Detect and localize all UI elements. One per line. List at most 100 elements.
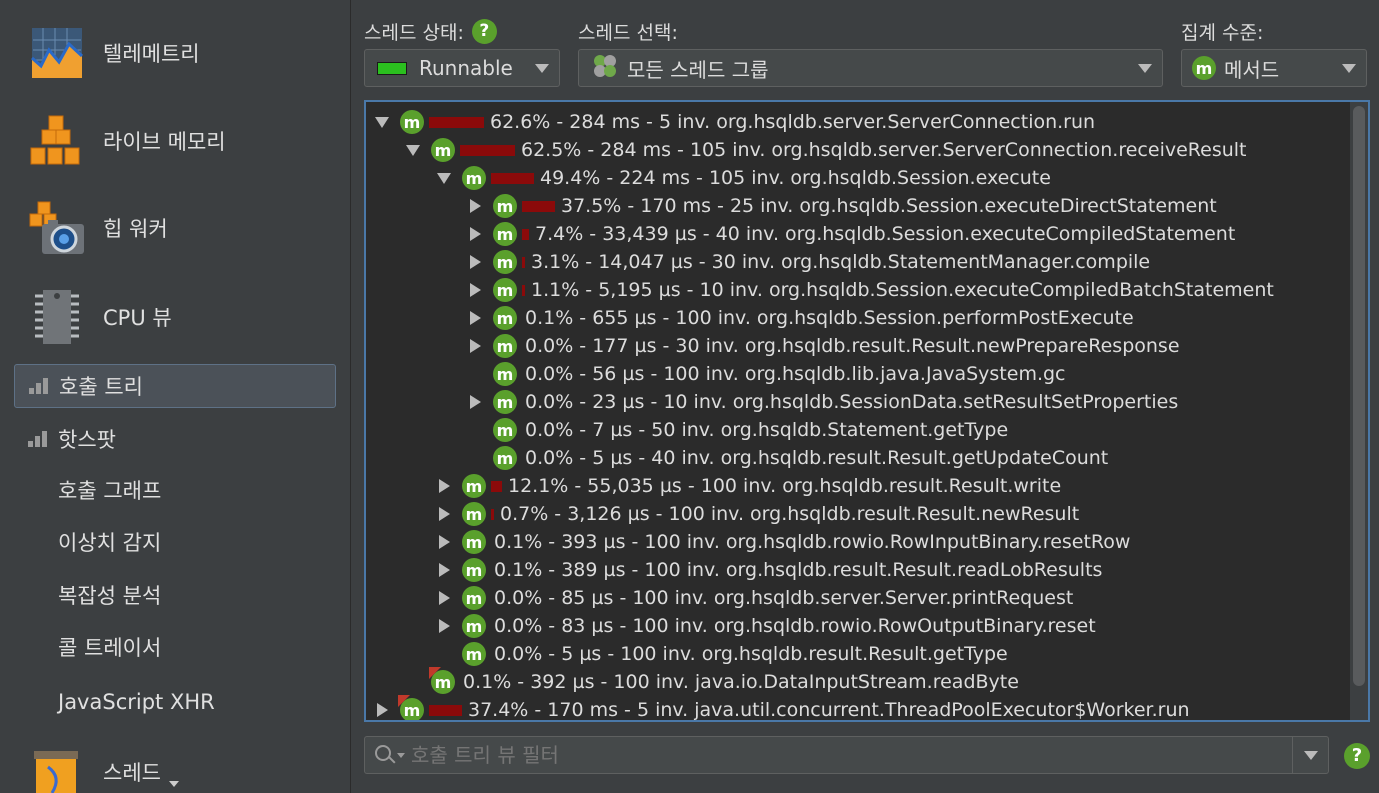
sidebar-item-complexity-analysis[interactable]: 복잡성 분석 bbox=[58, 581, 161, 611]
leaf-spacer bbox=[467, 450, 483, 466]
tree-row-label: 62.5% - 284 ms - 105 inv. org.hsqldb.ser… bbox=[521, 139, 1247, 161]
collapse-toggle-icon[interactable] bbox=[436, 534, 452, 550]
collapse-toggle-icon[interactable] bbox=[467, 394, 483, 410]
tree-row[interactable]: m 37.4% - 170 ms - 5 inv. java.util.concu… bbox=[374, 696, 1190, 720]
tree-row[interactable]: m 62.6% - 284 ms - 5 inv. org.hsqldb.serv… bbox=[374, 108, 1095, 136]
sidebar-scroll-down-icon[interactable] bbox=[169, 781, 179, 787]
collapse-toggle-icon[interactable] bbox=[436, 618, 452, 634]
method-icon: m bbox=[493, 446, 517, 470]
search-icon[interactable] bbox=[375, 743, 405, 767]
help-icon[interactable]: ? bbox=[471, 19, 497, 44]
tree-row-label: 62.6% - 284 ms - 5 inv. org.hsqldb.serve… bbox=[490, 111, 1096, 133]
chevron-down-icon bbox=[1304, 751, 1318, 760]
collapse-toggle-icon[interactable] bbox=[436, 562, 452, 578]
thread-select-dropdown[interactable]: 모든 스레드 그룹 bbox=[578, 49, 1163, 87]
vertical-scrollbar[interactable] bbox=[1350, 102, 1368, 720]
sidebar-item-label: 핫스팟 bbox=[58, 428, 116, 452]
sidebar-item-call-graph[interactable]: 호출 그래프 bbox=[58, 476, 161, 506]
percentage-bar bbox=[429, 116, 484, 128]
tree-row[interactable]: m 0.7% - 3,126 µs - 100 inv. org.hsqldb.r… bbox=[436, 500, 1079, 528]
help-icon[interactable]: ? bbox=[1344, 743, 1370, 769]
collapse-toggle-icon[interactable] bbox=[374, 702, 390, 718]
tree-row[interactable]: m 62.5% - 284 ms - 105 inv. org.hsqldb.se… bbox=[405, 136, 1247, 164]
method-icon: m bbox=[462, 586, 486, 610]
tree-row-label: 0.7% - 3,126 µs - 100 inv. org.hsqldb.re… bbox=[500, 503, 1080, 525]
method-icon: m bbox=[462, 614, 486, 638]
sidebar-item-outlier-detection[interactable]: 이상치 감지 bbox=[58, 528, 161, 558]
call-tree-view[interactable]: m 62.6% - 284 ms - 5 inv. org.hsqldb.serv… bbox=[364, 100, 1370, 722]
percentage-bar bbox=[491, 480, 502, 492]
tree-row[interactable]: m 0.1% - 393 µs - 100 inv. org.hsqldb.row… bbox=[436, 528, 1130, 556]
tree-row[interactable]: m 0.0% - 5 µs - 40 inv. org.hsqldb.result… bbox=[467, 444, 1108, 472]
scrollbar-thumb[interactable] bbox=[1353, 106, 1365, 686]
collapse-toggle-icon[interactable] bbox=[467, 310, 483, 326]
tree-row[interactable]: m 0.0% - 85 µs - 100 inv. org.hsqldb.serv… bbox=[436, 584, 1073, 612]
tree-row[interactable]: m 0.0% - 5 µs - 100 inv. org.hsqldb.resul… bbox=[436, 640, 1008, 668]
tree-row[interactable]: m 0.0% - 56 µs - 100 inv. org.hsqldb.lib.… bbox=[467, 360, 1066, 388]
leaf-spacer bbox=[467, 366, 483, 382]
aggregation-level-dropdown[interactable]: m 메서드 bbox=[1181, 49, 1367, 87]
tree-row[interactable]: m 37.5% - 170 ms - 25 inv. org.hsqldb.Ses… bbox=[467, 192, 1217, 220]
collapse-toggle-icon[interactable] bbox=[467, 338, 483, 354]
method-icon: m bbox=[493, 306, 517, 330]
tree-row[interactable]: m 0.1% - 655 µs - 100 inv. org.hsqldb.Ses… bbox=[467, 304, 1134, 332]
tree-row[interactable]: m 12.1% - 55,035 µs - 100 inv. org.hsqldb… bbox=[436, 472, 1061, 500]
leaf-spacer bbox=[405, 674, 421, 690]
method-icon: m bbox=[493, 362, 517, 386]
bar-chart-icon bbox=[29, 378, 49, 394]
sidebar: 텔레메트리 라이브 메모리 힙 워커 CPU 뷰 호출 트리 핫스팟 호출 그래… bbox=[0, 0, 351, 793]
expand-toggle-icon[interactable] bbox=[374, 114, 390, 130]
tree-row-label: 12.1% - 55,035 µs - 100 inv. org.hsqldb.… bbox=[508, 475, 1062, 497]
collapse-toggle-icon[interactable] bbox=[436, 478, 452, 494]
sidebar-item-hotspots[interactable]: 핫스팟 bbox=[14, 417, 336, 461]
expand-toggle-icon[interactable] bbox=[436, 170, 452, 186]
tree-row-label: 0.0% - 85 µs - 100 inv. org.hsqldb.serve… bbox=[494, 587, 1074, 609]
sidebar-item-live-memory[interactable]: 라이브 메모리 bbox=[28, 111, 328, 171]
tree-row[interactable]: m 49.4% - 224 ms - 105 inv. org.hsqldb.Se… bbox=[436, 164, 1051, 192]
tree-row[interactable]: m 0.0% - 177 µs - 30 inv. org.hsqldb.resu… bbox=[467, 332, 1180, 360]
sidebar-item-call-tree[interactable]: 호출 트리 bbox=[14, 364, 336, 408]
method-icon: m bbox=[493, 390, 517, 414]
collapse-toggle-icon[interactable] bbox=[436, 590, 452, 606]
collapse-toggle-icon[interactable] bbox=[436, 506, 452, 522]
filter-input[interactable] bbox=[411, 743, 1281, 767]
thread-status-dropdown[interactable]: Runnable bbox=[364, 49, 560, 87]
tree-row[interactable]: m 0.0% - 23 µs - 10 inv. org.hsqldb.Sessi… bbox=[467, 388, 1178, 416]
collapse-toggle-icon[interactable] bbox=[467, 198, 483, 214]
method-icon: m bbox=[462, 558, 486, 582]
method-icon: m bbox=[462, 474, 486, 498]
tree-row[interactable]: m 0.0% - 7 µs - 50 inv. org.hsqldb.Statem… bbox=[467, 416, 1008, 444]
tree-row-label: 0.0% - 5 µs - 40 inv. org.hsqldb.result.… bbox=[525, 447, 1109, 469]
tree-row[interactable]: m 3.1% - 14,047 µs - 30 inv. org.hsqldb.S… bbox=[467, 248, 1150, 276]
sidebar-item-label: 호출 트리 bbox=[59, 375, 143, 399]
tree-row[interactable]: m 1.1% - 5,195 µs - 10 inv. org.hsqldb.Se… bbox=[467, 276, 1274, 304]
collapse-toggle-icon[interactable] bbox=[467, 226, 483, 242]
percentage-bar bbox=[522, 284, 525, 296]
leaf-spacer bbox=[467, 422, 483, 438]
method-icon: m bbox=[400, 110, 424, 134]
cpu-icon bbox=[28, 288, 86, 346]
tree-row-label: 0.1% - 393 µs - 100 inv. org.hsqldb.rowi… bbox=[494, 531, 1131, 553]
tree-row-label: 7.4% - 33,439 µs - 40 inv. org.hsqldb.Se… bbox=[535, 223, 1236, 245]
sidebar-item-heap-walker[interactable]: 힙 워커 bbox=[28, 198, 328, 258]
tree-row[interactable]: m 0.1% - 389 µs - 100 inv. org.hsqldb.res… bbox=[436, 556, 1102, 584]
sidebar-item-label: 힙 워커 bbox=[103, 217, 168, 241]
tree-row[interactable]: m 7.4% - 33,439 µs - 40 inv. org.hsqldb.S… bbox=[467, 220, 1235, 248]
collapse-toggle-icon[interactable] bbox=[467, 254, 483, 270]
sidebar-item-telemetry[interactable]: 텔레메트리 bbox=[28, 23, 328, 83]
tree-row-label: 0.0% - 83 µs - 100 inv. org.hsqldb.rowio… bbox=[494, 615, 1096, 637]
call-tree-filter[interactable] bbox=[364, 736, 1329, 774]
sidebar-item-cpu-view[interactable]: CPU 뷰 bbox=[28, 287, 328, 347]
sidebar-item-call-tracer[interactable]: 콜 트레이서 bbox=[58, 633, 161, 663]
method-icon: m bbox=[431, 670, 455, 694]
expand-toggle-icon[interactable] bbox=[405, 142, 421, 158]
sidebar-item-label: 라이브 메모리 bbox=[103, 130, 226, 154]
sidebar-item-javascript-xhr[interactable]: JavaScript XHR bbox=[58, 687, 215, 717]
bar-chart-icon bbox=[28, 431, 48, 447]
tree-row[interactable]: m 0.0% - 83 µs - 100 inv. org.hsqldb.rowi… bbox=[436, 612, 1096, 640]
tree-row[interactable]: m 0.1% - 392 µs - 100 inv. java.io.DataIn… bbox=[405, 668, 1019, 696]
percentage-bar bbox=[491, 172, 534, 184]
method-icon: m bbox=[1192, 56, 1216, 80]
collapse-toggle-icon[interactable] bbox=[467, 282, 483, 298]
filter-history-dropdown[interactable] bbox=[1292, 737, 1328, 773]
